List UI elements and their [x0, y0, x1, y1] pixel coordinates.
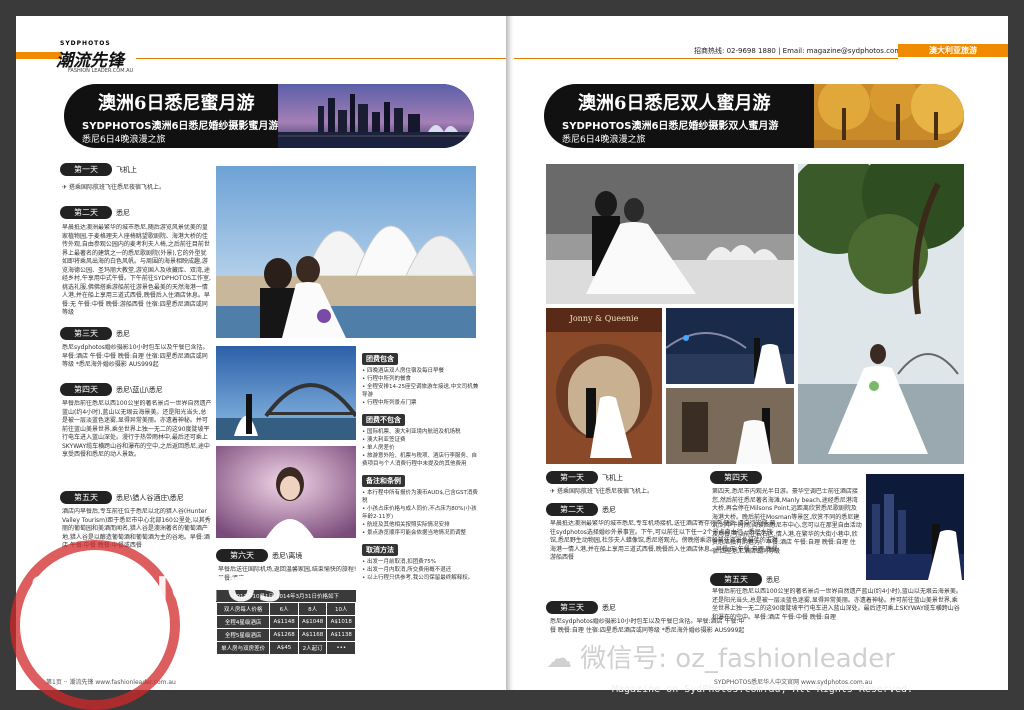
header-rule-right	[514, 58, 898, 59]
day-1-heading: 第一天 飞机上	[60, 162, 137, 177]
airplane-icon: ✈	[550, 488, 557, 495]
sidebar-item: • 行程中所列景点门票	[362, 400, 417, 406]
table-cell: A$1048	[297, 615, 328, 629]
right-day-4-text: 第四天,悉尼市内观光半日游。豪华空调巴士前往酒店接您,然后前往悉尼著名海滩,Ma…	[712, 488, 862, 555]
day-4-text: 早餐后前往悉尼以西100公里的著名景点一世界自然遗产蓝山(约4小时),蓝山以无垠…	[62, 400, 212, 458]
right-page: 招商热线: 02-9698 1880 | Email: magazine@syd…	[514, 16, 1008, 690]
sidebar-item: • 景点游览顺序可能会依据当地情况而调整	[362, 530, 466, 536]
table-row: 全程4星级酒店 A$1148 A$1048 A$1018	[215, 615, 356, 629]
watermark-url: SYDPHOTOS.COM.AU	[30, 625, 161, 638]
sydney-skyline-photo	[278, 84, 474, 148]
wechat-id: ☁ 微信号: oz_fashionleader	[546, 644, 895, 674]
table-cell: 全程4星级酒店	[215, 615, 271, 629]
sidebar-item: • 航班及其他相关按照实际情况安排	[362, 522, 450, 528]
sidebar-item: • 以上行程只供参考,我公司保留最终解释权。	[362, 575, 474, 581]
right-day-2-heading: 第二天 悉尼	[546, 502, 616, 517]
table-row: 全程5星级酒店 A$1268 A$1168 A$1138	[215, 628, 356, 642]
table-cell: 2人起订	[297, 641, 328, 655]
sidebar-item: • 小孩占床价格与成人同价,不占床为80%(小孩年龄2-11岁)	[362, 506, 477, 520]
right-day-5-heading: 第五天 悉尼	[710, 572, 780, 587]
day-6-heading: 第六天 悉尼\离境	[216, 548, 302, 563]
sandstone-wall-couple-photo	[666, 388, 794, 464]
left-banner: 澳洲6日悉尼蜜月游 SYDPHOTOS澳洲6日悉尼婚纱摄影蜜月游(团购) 悉尼6…	[64, 84, 474, 148]
right-banner-subtitle: SYDPHOTOS澳洲6日悉尼婚纱摄影双人蜜月游	[562, 121, 779, 132]
night-harbour-couple-photo	[666, 308, 794, 384]
sidebar-item: • 旅游意外险、机票与税项、酒店行李服务、自费项目与个人消费行程中未提及的其他费…	[362, 453, 477, 467]
sidebar-item: • 行程中所列的餐食	[362, 376, 411, 382]
right-banner-tagline: 悉尼6日4晚浪漫之旅	[562, 135, 646, 145]
sidebar-item: • 单人房差价	[362, 445, 395, 451]
right-day-4-heading: 第四天	[710, 470, 762, 485]
left-banner-tagline: 悉尼6日4晚浪漫之旅	[82, 135, 166, 145]
day-4-heading: 第四天 悉尼\蓝山\悉尼	[60, 382, 163, 397]
bride-portrait-photo	[216, 446, 356, 538]
right-banner: 澳洲6日悉尼双人蜜月游 SYDPHOTOS澳洲6日悉尼婚纱摄影双人蜜月游 悉尼6…	[544, 84, 964, 148]
bw-opera-couple-photo	[546, 164, 794, 304]
tour-notes-sidebar: 团费包含 • 四晚酒店双人房住宿及每日早餐 • 行程中所列的餐食 • 全程安排14-2…	[362, 346, 480, 656]
right-banner-title: 澳洲6日悉尼双人蜜月游	[578, 93, 771, 114]
table-header-cell: 8人	[297, 602, 328, 616]
tree-bride-photo	[798, 164, 964, 464]
sidebar-item: • 出发一月前取消,扣团费75%	[362, 559, 436, 565]
shop-front-couple-photo: Jonny & Queenie	[546, 308, 662, 464]
left-banner-title: 澳洲6日悉尼蜜月游	[98, 93, 255, 114]
sidebar-item: • 四晚酒店双人房住宿及每日早餐	[362, 368, 444, 374]
right-day-1-heading: 第一天 飞机上	[546, 470, 623, 485]
autumn-trees-photo	[814, 84, 964, 148]
right-day-3-heading: 第三天 悉尼	[546, 600, 616, 615]
table-row: 单人房与双房差价 A$45 2人起订 •••	[215, 641, 356, 655]
sidebar-heading: 取消方法	[362, 544, 398, 556]
table-cell: A$1018	[326, 615, 356, 629]
logo-subtitle: FASHION LEADER.COM.AU	[68, 68, 134, 74]
shop-sign: Jonny & Queenie	[569, 314, 639, 323]
table-cell: A$1268	[269, 628, 299, 642]
table-cell: A$45	[269, 641, 299, 655]
table-cell: A$1148	[269, 615, 299, 629]
sidebar-heading: 备注和条例	[362, 475, 405, 487]
day-3-heading: 第三天 悉尼	[60, 326, 130, 341]
day-1-text: ✈ 搭乘国际航班飞往悉尼夜宿飞机上。	[62, 184, 165, 191]
header-rule	[136, 58, 510, 59]
table-cell: A$1168	[297, 628, 328, 642]
sidebar-item: • 出发一月内取消,所交费用概不退还	[362, 567, 452, 573]
table-cell: 单人房与双房差价	[215, 641, 271, 655]
sidebar-item: • 本行程中所有报价为澳币AUD$,已含GST消费税	[362, 490, 478, 504]
wechat-icon: ☁	[546, 644, 581, 674]
sidebar-heading: 团费包含	[362, 353, 398, 365]
watermark-brand: SYDPHOTOS	[30, 570, 285, 610]
day-2-heading: 第二天 悉尼	[60, 205, 130, 220]
left-banner-subtitle: SYDPHOTOS澳洲6日悉尼婚纱摄影蜜月游(团购)	[82, 121, 308, 132]
table-cell: 全程5星级酒店	[215, 628, 271, 642]
sidebar-item: • 国际机票、澳大利亚境内航班及机场税	[362, 429, 461, 435]
day-2-text: 早晨抵达澳洲最繁华的城市悉尼,随后游览风景优美的皇家植物园,于麦格理夫人座椅眺望…	[62, 224, 211, 316]
harbour-bridge-photo	[216, 346, 356, 440]
section-tag: 澳大利亚旅游	[898, 44, 1008, 57]
table-header-cell: 10人	[326, 602, 356, 616]
sidebar-heading: 团费不包含	[362, 414, 405, 426]
day-5-heading: 第五天 悉尼\猎人谷酒庄\悉尼	[60, 490, 184, 505]
sidebar-item: • 澳大利亚签证费	[362, 437, 406, 443]
contact-line: 招商热线: 02-9698 1880 | Email: magazine@syd…	[694, 47, 913, 55]
copyright-notice: Magazine on SydPhotos.com.au, All Rights…	[612, 684, 914, 695]
table-cell: A$1138	[326, 628, 356, 642]
table-cell: •••	[326, 641, 356, 655]
night-city-couple-photo	[866, 474, 964, 580]
airplane-icon: ✈	[62, 184, 69, 191]
sidebar-item: • 全程安排14-25座空调旅游车接送,中文司机兼导游	[362, 384, 479, 398]
opera-house-couple-photo	[216, 166, 476, 338]
day-3-text: 悉尼sydphotos婚纱摄影10小时包车以及午餐已含括。早餐:酒店 午餐:中餐…	[62, 344, 209, 368]
